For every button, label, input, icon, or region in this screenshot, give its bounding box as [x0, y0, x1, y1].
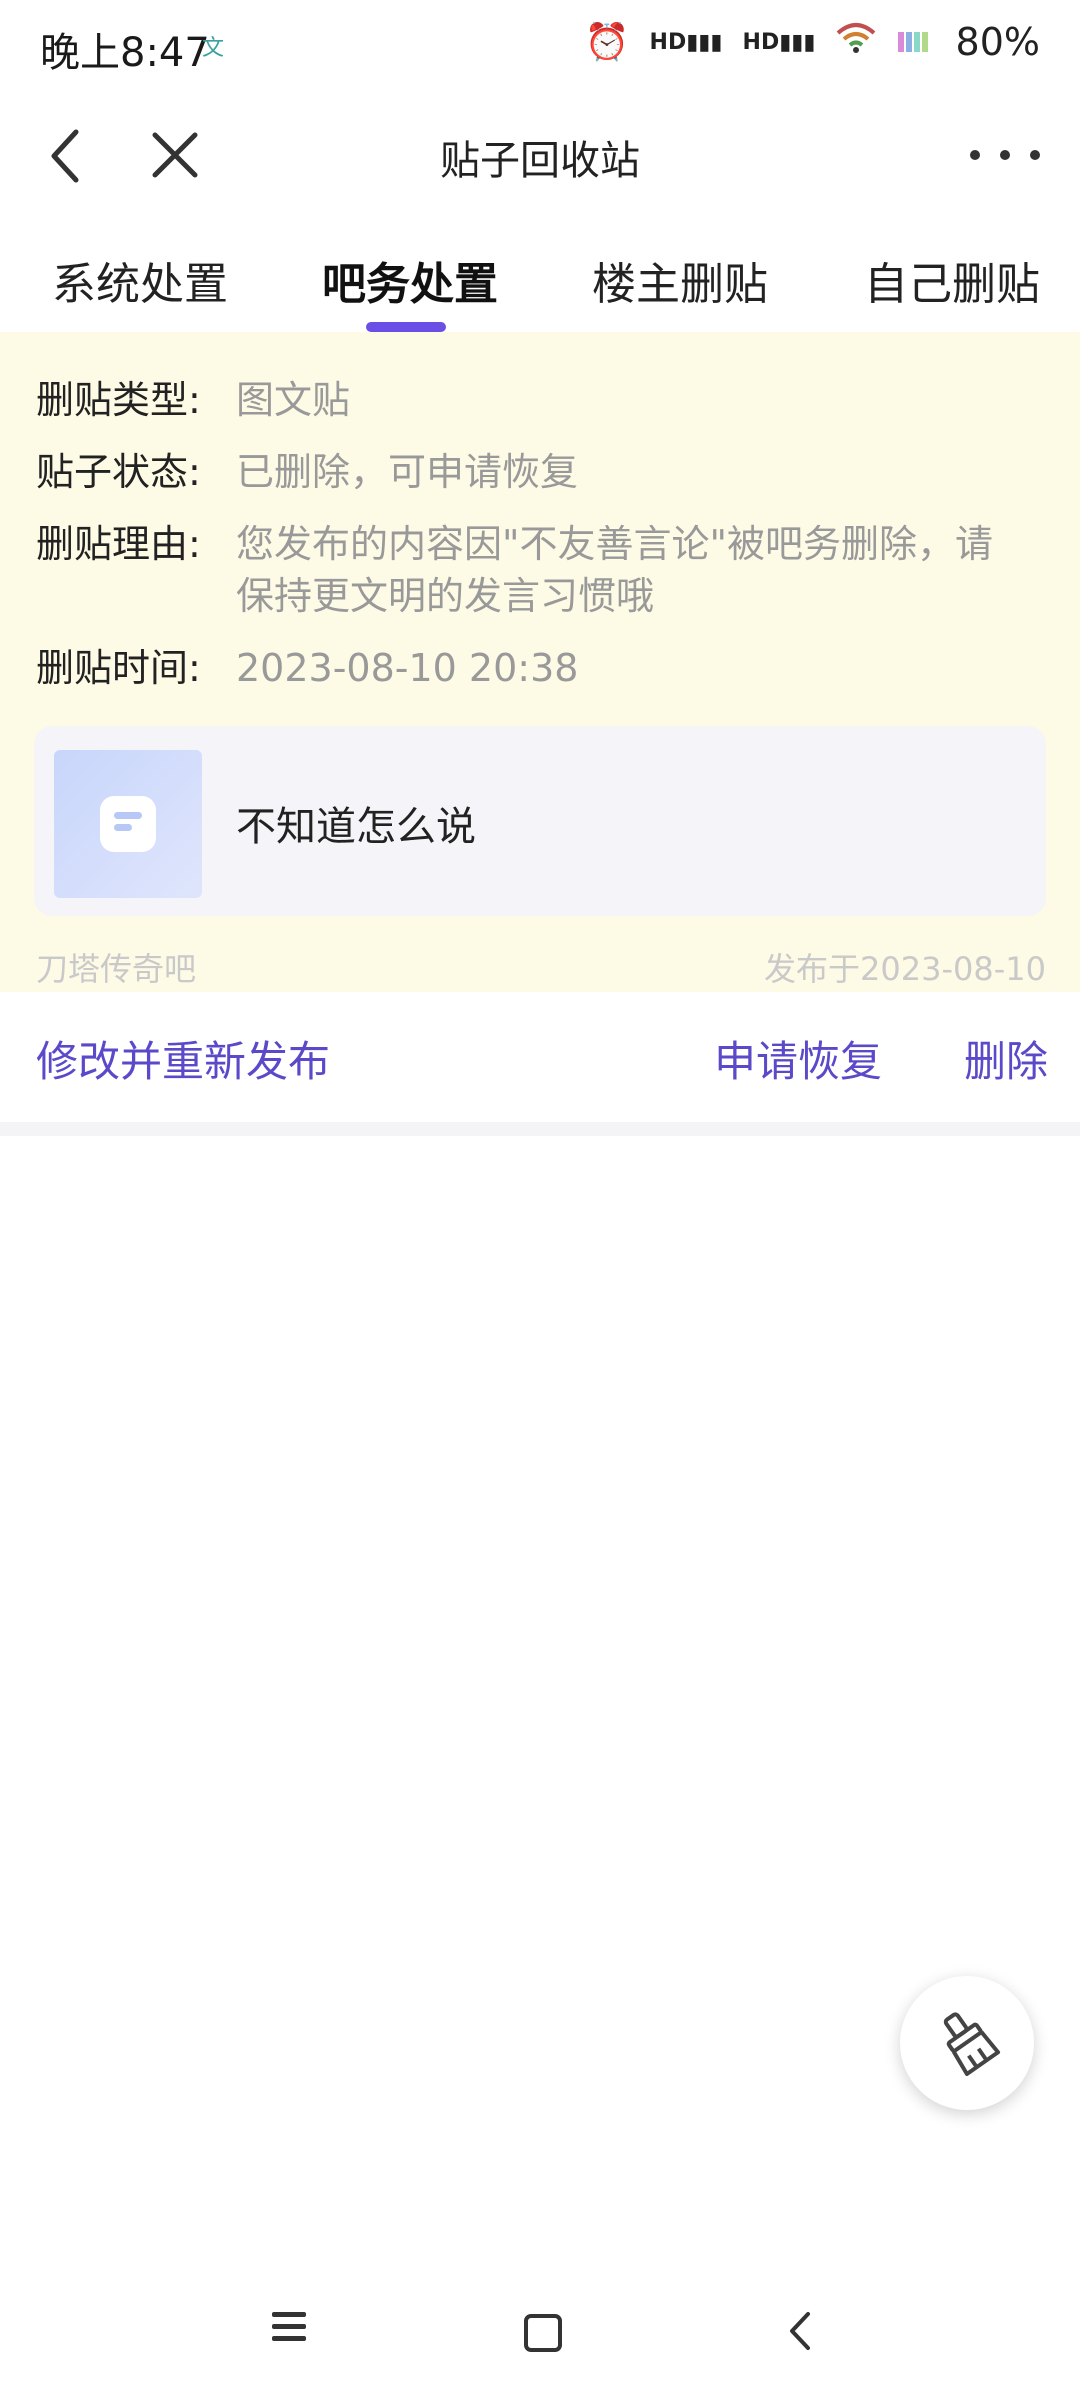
delete-reason-row: 删贴理由: 您发布的内容因"不友善言论"被吧务删除，请保持更文明的发言习惯哦	[36, 518, 1016, 622]
tab-bar: 系统处置 吧务处置 楼主删贴 自己删贴	[0, 240, 1080, 332]
delete-reason-value: 您发布的内容因"不友善言论"被吧务删除，请保持更文明的发言习惯哦	[236, 522, 993, 618]
post-thumbnail	[54, 750, 202, 898]
broom-icon	[932, 2006, 1002, 2080]
tab-admin-action[interactable]: 吧务处置	[322, 248, 498, 312]
delete-reason-label: 删贴理由:	[36, 522, 201, 566]
post-title: 不知道怎么说	[236, 804, 476, 850]
active-tab-indicator	[366, 322, 446, 332]
delete-time-value: 2023-08-10 20:38	[236, 646, 579, 690]
clear-broom-button[interactable]	[900, 1976, 1034, 2110]
status-time: 晚上8:47	[40, 30, 210, 76]
delete-time-label: 删贴时间:	[36, 646, 201, 690]
delete-time-row: 删贴时间: 2023-08-10 20:38	[36, 642, 1016, 694]
battery-level: 80%	[955, 20, 1040, 64]
post-placeholder-icon	[100, 796, 156, 852]
signal-hd-icon-1: HD▮▮▮	[649, 29, 723, 55]
deleted-post-card[interactable]: 不知道怎么说	[34, 726, 1046, 916]
nav-home-icon[interactable]	[524, 2314, 562, 2352]
signal-hd-icon-2: HD▮▮▮	[742, 29, 816, 55]
more-options-icon[interactable]	[970, 140, 1040, 170]
tab-self-deleted[interactable]: 自己删贴	[864, 248, 1040, 312]
post-status-value: 已删除，可申请恢复	[236, 450, 579, 494]
delete-type-value: 图文贴	[236, 378, 351, 422]
delete-type-label: 删贴类型:	[36, 378, 201, 422]
deletion-info-panel: 删贴类型: 图文贴 贴子状态: 已删除，可申请恢复 删贴理由: 您发布的内容因"不友善…	[0, 332, 1080, 992]
delete-type-row: 删贴类型: 图文贴	[36, 374, 1016, 426]
post-status-label: 贴子状态:	[36, 450, 201, 494]
post-publish-date: 发布于2023-08-10	[764, 950, 1046, 988]
status-indicators: ⏰ HD▮▮▮ HD▮▮▮ 80%	[585, 20, 1040, 64]
alarm-icon: ⏰	[584, 22, 630, 63]
nav-menu-icon[interactable]	[272, 2312, 306, 2348]
post-status-row: 贴子状态: 已删除，可申请恢复	[36, 446, 1016, 498]
apply-restore-button[interactable]: 申请恢复	[714, 1028, 882, 1089]
wifi-icon	[836, 21, 876, 64]
nav-back-icon[interactable]	[784, 2308, 814, 2354]
tab-system-action[interactable]: 系统处置	[52, 248, 228, 312]
action-bar: 修改并重新发布 申请恢复 删除	[0, 992, 1080, 1122]
forum-name[interactable]: 刀塔传奇吧	[36, 944, 196, 990]
edit-repost-button[interactable]: 修改并重新发布	[36, 1028, 330, 1089]
tab-op-deleted[interactable]: 楼主删贴	[592, 248, 768, 312]
page-title: 贴子回收站	[440, 138, 640, 184]
translate-notification-icon: 文	[202, 36, 225, 61]
battery-icon	[896, 22, 936, 63]
delete-button[interactable]: 删除	[964, 1028, 1048, 1089]
section-divider	[0, 1122, 1080, 1136]
